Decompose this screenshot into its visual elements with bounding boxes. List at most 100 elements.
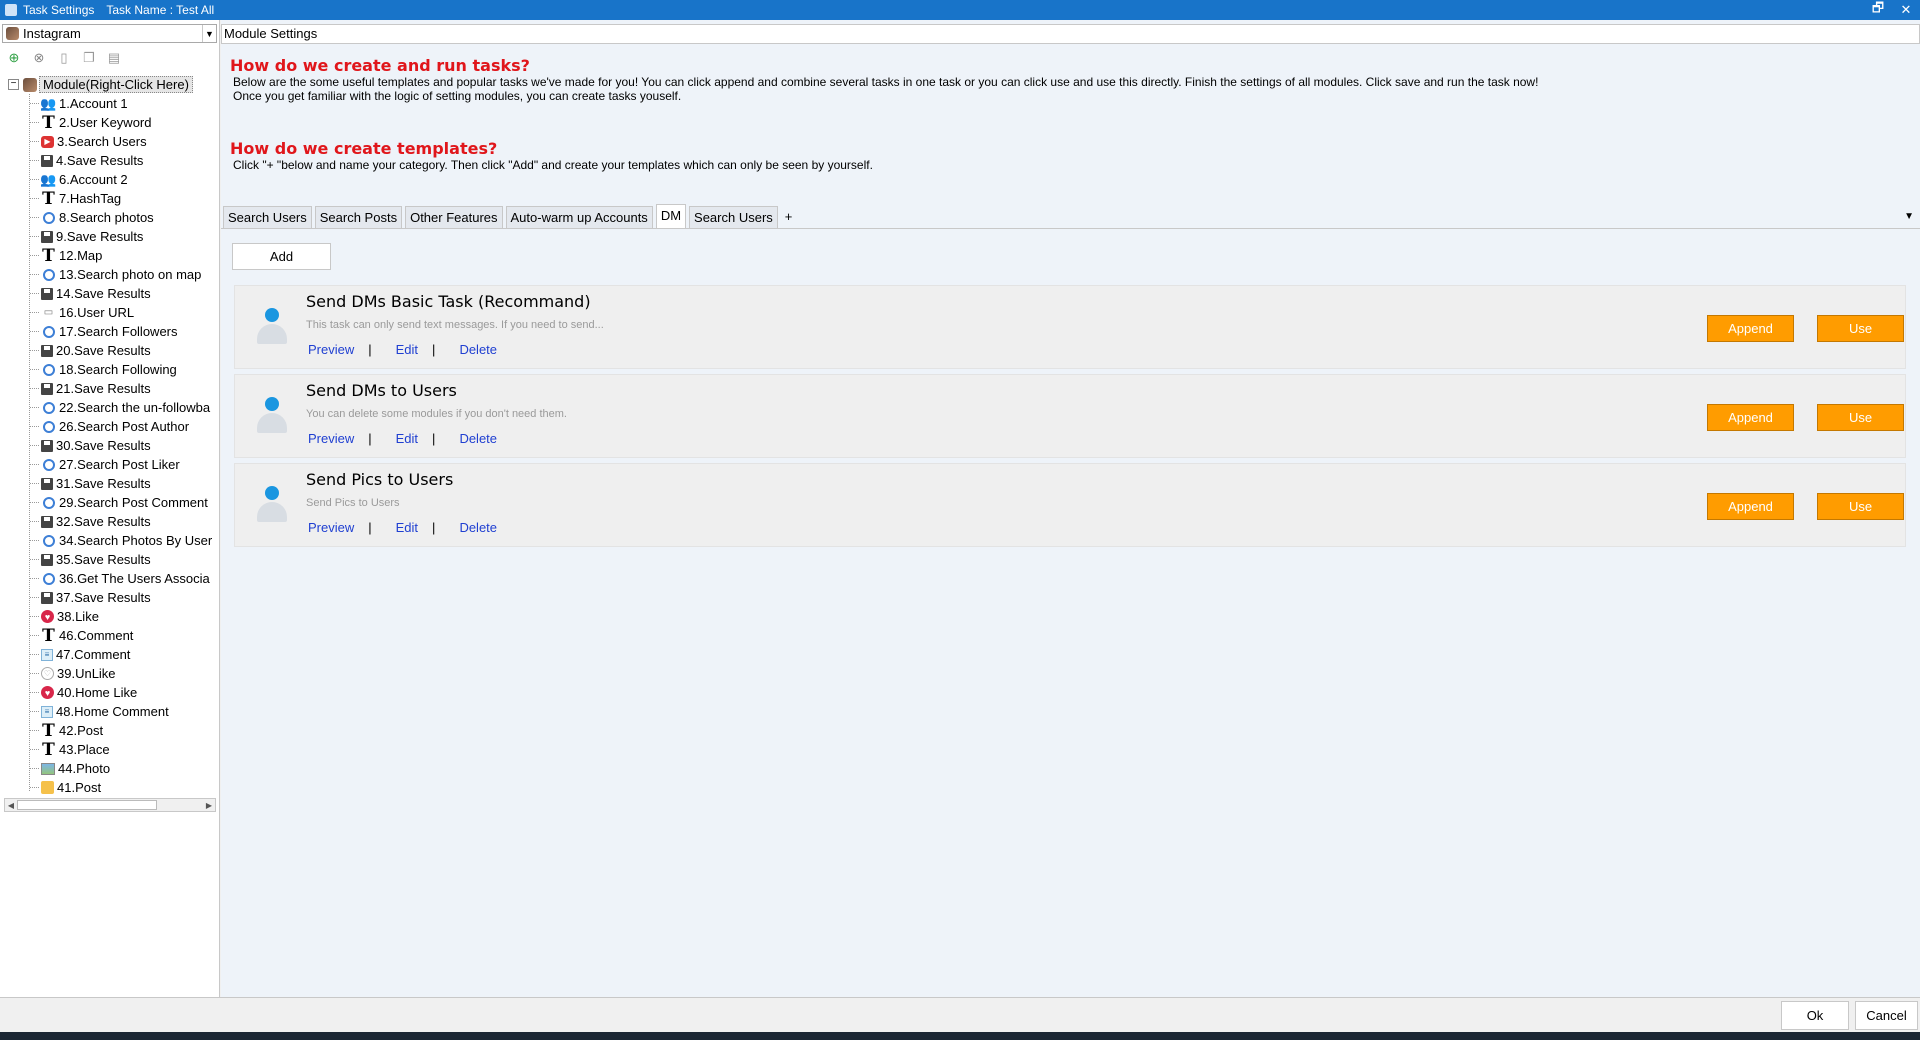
- edit-link[interactable]: Edit: [396, 342, 418, 357]
- tree-item[interactable]: 35.Save Results: [8, 550, 218, 569]
- tree-item-label: 42.Post: [59, 723, 104, 738]
- tree-item[interactable]: 36.Get The Users Associa: [8, 569, 218, 588]
- delete-link[interactable]: Delete: [459, 342, 497, 357]
- tab-menu-icon[interactable]: ▼: [1904, 211, 1914, 222]
- search-icon: [41, 267, 56, 282]
- chevron-down-icon[interactable]: ▼: [202, 25, 216, 42]
- tree-item[interactable]: ▶ 3.Search Users: [8, 132, 218, 151]
- use-button[interactable]: Use: [1817, 404, 1904, 431]
- tree-item[interactable]: ♥ 40.Home Like: [8, 683, 218, 702]
- template-actions: Preview | Edit | Delete: [308, 431, 497, 446]
- tree-item[interactable]: 37.Save Results: [8, 588, 218, 607]
- tree-root-label: Module(Right-Click Here): [39, 76, 193, 93]
- scrollbar-thumb[interactable]: [17, 800, 157, 810]
- delete-link[interactable]: Delete: [459, 520, 497, 535]
- save-icon: [41, 287, 53, 300]
- tree-item[interactable]: ≡ 48.Home Comment: [8, 702, 218, 721]
- tree-item[interactable]: T 43.Place: [8, 740, 218, 760]
- tree-item[interactable]: ▭ 16.User URL: [8, 303, 218, 322]
- video-icon: ▶: [41, 135, 54, 148]
- edit-link[interactable]: Edit: [396, 520, 418, 535]
- tree-item[interactable]: T 7.HashTag: [8, 189, 218, 209]
- tree-item[interactable]: 👥 6.Account 2: [8, 170, 218, 189]
- tree-connector: [30, 407, 39, 408]
- tree-item[interactable]: T 12.Map: [8, 246, 218, 266]
- tree-item[interactable]: 22.Search the un-followba: [8, 398, 218, 417]
- tree-item[interactable]: 27.Search Post Liker: [8, 455, 218, 474]
- tree-connector: [30, 179, 39, 180]
- tree-item-label: 29.Search Post Comment: [59, 495, 208, 510]
- tree-connector: [30, 768, 39, 769]
- tree-connector: [30, 578, 39, 579]
- delete-link[interactable]: Delete: [459, 431, 497, 446]
- preview-link[interactable]: Preview: [308, 431, 354, 446]
- tab-dm[interactable]: DM: [655, 204, 687, 228]
- remove-module-icon[interactable]: ⊗: [31, 50, 47, 66]
- copy-icon[interactable]: ❐: [81, 50, 97, 66]
- tree-item[interactable]: 13.Search photo on map: [8, 265, 218, 284]
- help-text-line: Once you get familiar with the logic of …: [233, 89, 682, 103]
- tab-search-users[interactable]: Search Users: [689, 206, 778, 228]
- ok-button[interactable]: Ok: [1781, 1001, 1849, 1030]
- separator: |: [368, 342, 372, 357]
- tab-search-posts[interactable]: Search Posts: [314, 206, 403, 228]
- tree-item[interactable]: 34.Search Photos By User: [8, 531, 218, 550]
- paste-icon[interactable]: ▤: [106, 50, 122, 66]
- tab-auto-warm-up-accounts[interactable]: Auto-warm up Accounts: [505, 206, 653, 228]
- template-card: Send DMs to Users You can delete some mod…: [234, 374, 1906, 458]
- restore-icon[interactable]: 🗗: [1864, 0, 1892, 20]
- use-button[interactable]: Use: [1817, 493, 1904, 520]
- horizontal-scrollbar[interactable]: ◀ ▶: [4, 798, 216, 812]
- tree-item[interactable]: 9.Save Results: [8, 227, 218, 246]
- tree-item[interactable]: 18.Search Following: [8, 360, 218, 379]
- tree-item[interactable]: 17.Search Followers: [8, 322, 218, 341]
- tree-root[interactable]: − Module(Right-Click Here): [8, 75, 218, 94]
- add-template-button[interactable]: Add: [232, 243, 331, 270]
- collapse-icon[interactable]: −: [8, 79, 19, 90]
- document-icon[interactable]: ▯: [56, 50, 72, 66]
- append-button[interactable]: Append: [1707, 493, 1794, 520]
- tree-item[interactable]: ♥ 38.Like: [8, 607, 218, 626]
- add-tab-button[interactable]: +: [781, 206, 797, 228]
- tree-item[interactable]: 8.Search photos: [8, 208, 218, 227]
- tree-item[interactable]: 31.Save Results: [8, 474, 218, 493]
- tree-item[interactable]: T 2.User Keyword: [8, 113, 218, 133]
- tree-item[interactable]: 20.Save Results: [8, 341, 218, 360]
- tab-search-users[interactable]: Search Users: [223, 206, 312, 228]
- tree-connector: [30, 559, 39, 560]
- cancel-button[interactable]: Cancel: [1855, 1001, 1918, 1030]
- preview-link[interactable]: Preview: [308, 342, 354, 357]
- preview-link[interactable]: Preview: [308, 520, 354, 535]
- tree-item[interactable]: 👥 1.Account 1: [8, 94, 218, 113]
- scroll-left-icon[interactable]: ◀: [5, 799, 17, 811]
- tree-item[interactable]: T 46.Comment: [8, 626, 218, 646]
- tree-item[interactable]: 30.Save Results: [8, 436, 218, 455]
- tree-item[interactable]: 41.Post: [8, 778, 218, 797]
- tree-item[interactable]: 26.Search Post Author: [8, 417, 218, 436]
- tree-item-label: 40.Home Like: [57, 685, 138, 700]
- tree-item[interactable]: 44.Photo: [8, 759, 218, 778]
- tree-item[interactable]: 4.Save Results: [8, 151, 218, 170]
- tree-item-label: 16.User URL: [59, 305, 135, 320]
- tree-item-label: 31.Save Results: [56, 476, 151, 491]
- use-button[interactable]: Use: [1817, 315, 1904, 342]
- scroll-right-icon[interactable]: ▶: [203, 799, 215, 811]
- append-button[interactable]: Append: [1707, 404, 1794, 431]
- tab-other-features[interactable]: Other Features: [405, 206, 503, 228]
- search-icon: [41, 571, 56, 586]
- tree-item[interactable]: ≡ 47.Comment: [8, 645, 218, 664]
- tree-item[interactable]: 21.Save Results: [8, 379, 218, 398]
- tree-connector: [30, 331, 39, 332]
- tree-connector: [30, 141, 39, 142]
- tree-item[interactable]: 32.Save Results: [8, 512, 218, 531]
- tree-item[interactable]: ♡ 39.UnLike: [8, 664, 218, 683]
- tree-connector: [30, 787, 39, 788]
- tree-item[interactable]: 14.Save Results: [8, 284, 218, 303]
- append-button[interactable]: Append: [1707, 315, 1794, 342]
- close-icon[interactable]: ✕: [1892, 0, 1920, 20]
- add-module-icon[interactable]: ⊕: [6, 50, 22, 66]
- edit-link[interactable]: Edit: [396, 431, 418, 446]
- platform-select[interactable]: Instagram ▼: [2, 24, 217, 43]
- tree-item[interactable]: 29.Search Post Comment: [8, 493, 218, 512]
- tree-item[interactable]: T 42.Post: [8, 721, 218, 741]
